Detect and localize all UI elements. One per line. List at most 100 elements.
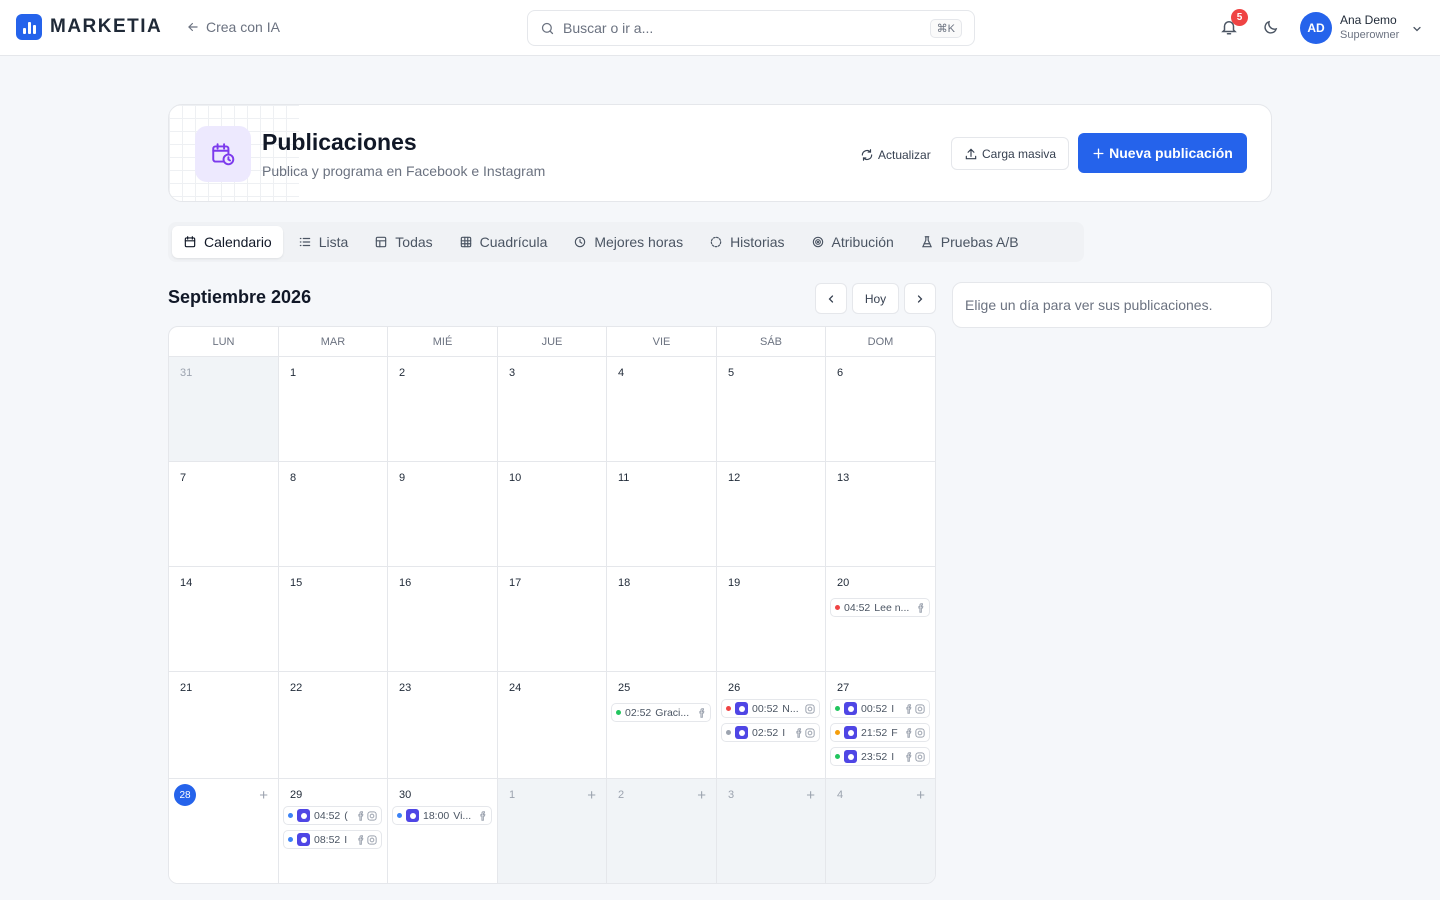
- tab-atribución[interactable]: Atribución: [800, 226, 905, 258]
- tab-pruebas-a-b[interactable]: Pruebas A/B: [909, 226, 1030, 258]
- calendar-day-cell[interactable]: 29 04:52(08:52 I: [279, 779, 388, 883]
- weekday-header: SÁB: [717, 327, 826, 357]
- add-post-icon[interactable]: +: [806, 787, 815, 804]
- day-number: 3: [509, 367, 516, 379]
- list-icon: [299, 237, 310, 247]
- account-avatar-icon: [844, 726, 857, 739]
- prev-month-button[interactable]: [815, 283, 847, 314]
- scheduled-post-chip[interactable]: 21:52 F: [830, 723, 930, 742]
- calendar-day-cell[interactable]: 8: [279, 462, 388, 567]
- avatar[interactable]: AD: [1300, 12, 1332, 44]
- calendar-day-cell[interactable]: 11: [607, 462, 717, 567]
- add-post-icon[interactable]: +: [916, 787, 925, 804]
- tab-mejores-horas[interactable]: Mejores horas: [562, 226, 694, 258]
- new-post-button[interactable]: Nueva publicación: [1078, 133, 1247, 173]
- add-post-icon[interactable]: +: [697, 787, 706, 804]
- calendar-day-cell[interactable]: 3: [498, 357, 607, 462]
- weekday-header: LUN: [169, 327, 279, 357]
- day-number: 2: [618, 789, 625, 801]
- calendar-day-cell[interactable]: 1: [279, 357, 388, 462]
- calendar-day-cell[interactable]: 13: [826, 462, 935, 567]
- post-time: 02:52: [752, 726, 779, 739]
- calendar-day-cell[interactable]: 28 +: [169, 779, 279, 883]
- facebook-icon: [906, 751, 912, 762]
- calendar-day-cell[interactable]: 25 02:52 Graci...: [607, 672, 717, 779]
- calendar-day-cell[interactable]: 5: [717, 357, 826, 462]
- add-post-icon[interactable]: +: [587, 787, 596, 804]
- calendar-day-cell[interactable]: 26 00:52 N... 02:52 I: [717, 672, 826, 779]
- calendar-day-cell[interactable]: 1 +: [498, 779, 607, 883]
- scheduled-post-chip[interactable]: 00:52 N...: [721, 699, 820, 718]
- scheduled-post-chip[interactable]: 00:52 I: [830, 699, 930, 718]
- scheduled-post-chip[interactable]: 04:52 Lee n...: [830, 598, 930, 617]
- calendar-day-cell[interactable]: 2 +: [607, 779, 717, 883]
- back-link[interactable]: Crea con IA: [186, 19, 280, 35]
- calendar-day-cell[interactable]: 24: [498, 672, 607, 779]
- today-date: 28: [174, 784, 196, 806]
- post-text: N...: [782, 702, 799, 715]
- calendar-day-cell[interactable]: 16: [388, 567, 498, 672]
- today-button[interactable]: Hoy: [852, 283, 899, 314]
- calendar-day-cell[interactable]: 17: [498, 567, 607, 672]
- next-month-button[interactable]: [904, 283, 936, 314]
- calendar-day-cell[interactable]: 31: [169, 357, 279, 462]
- scheduled-post-chip[interactable]: 23:52 I: [830, 747, 930, 766]
- calendar-day-cell[interactable]: 21: [169, 672, 279, 779]
- calendar-day-cell[interactable]: 6: [826, 357, 935, 462]
- scheduled-post-chip[interactable]: 18:00 Vi...: [392, 806, 492, 825]
- calendar-day-cell[interactable]: 22: [279, 672, 388, 779]
- platform-icons: [357, 834, 377, 845]
- calendar-day-cell[interactable]: 19: [717, 567, 826, 672]
- tab-calendario[interactable]: Calendario: [172, 226, 283, 258]
- calendar-day-cell[interactable]: 12: [717, 462, 826, 567]
- calendar-day-cell[interactable]: 27 00:52 I 21:52 F 23:52 I: [826, 672, 935, 779]
- user-name: Ana Demo: [1340, 13, 1397, 27]
- account-avatar-icon: [735, 726, 748, 739]
- search-input[interactable]: Buscar o ir a... ⌘K: [527, 10, 975, 46]
- calendar-day-cell[interactable]: 9: [388, 462, 498, 567]
- add-post-icon[interactable]: +: [259, 787, 268, 804]
- status-dot: [835, 706, 840, 711]
- arrow-left-icon: [188, 22, 198, 32]
- post-text: Graci...: [655, 706, 690, 719]
- calendar-day-cell[interactable]: 7: [169, 462, 279, 567]
- tab-lista[interactable]: Lista: [287, 226, 360, 258]
- calendar-day-cell[interactable]: 4 +: [826, 779, 935, 883]
- refresh-button[interactable]: Actualizar: [860, 141, 931, 169]
- bulk-upload-button[interactable]: Carga masiva: [951, 137, 1070, 170]
- platform-icons: [905, 751, 925, 762]
- calendar-day-cell[interactable]: 3 +: [717, 779, 826, 883]
- post-time: 21:52: [861, 726, 888, 739]
- calendar-day-cell[interactable]: 15: [279, 567, 388, 672]
- search-shortcut: ⌘K: [929, 18, 962, 38]
- calendar-day-cell[interactable]: 2: [388, 357, 498, 462]
- calendar-day-cell[interactable]: 10: [498, 462, 607, 567]
- weekday-header: JUE: [498, 327, 607, 357]
- top-bar: MARKETIA Crea con IA Buscar o ir a... ⌘K…: [0, 0, 1440, 56]
- scheduled-post-chip[interactable]: 02:52 Graci...: [611, 703, 711, 722]
- tab-cuadrícula[interactable]: Cuadrícula: [448, 226, 559, 258]
- platform-icons: [805, 703, 815, 714]
- calendar-day-cell[interactable]: 4: [607, 357, 717, 462]
- weekday-header: MIÉ: [388, 327, 498, 357]
- scheduled-post-chip[interactable]: 04:52(: [283, 806, 382, 825]
- status-dot: [835, 605, 840, 610]
- day-number: 19: [728, 577, 741, 589]
- calendar-day-cell[interactable]: 18: [607, 567, 717, 672]
- post-time: 00:52: [752, 702, 779, 715]
- calendar-day-cell[interactable]: 23: [388, 672, 498, 779]
- scheduled-post-chip[interactable]: 08:52 I: [283, 830, 382, 849]
- page-subtitle: Publica y programa en Facebook e Instagr…: [262, 163, 546, 179]
- calendar-day-cell[interactable]: 20 04:52 Lee n...: [826, 567, 935, 672]
- calendar-day-cell[interactable]: 14: [169, 567, 279, 672]
- user-menu[interactable]: Ana Demo Superowner: [1340, 13, 1399, 43]
- brand-logo[interactable]: MARKETIA: [16, 14, 162, 40]
- chevron-down-icon[interactable]: [1411, 23, 1423, 35]
- scheduled-post-chip[interactable]: 02:52 I: [721, 723, 820, 742]
- calendar-day-cell[interactable]: 30 18:00 Vi...: [388, 779, 498, 883]
- tab-historias[interactable]: Historias: [698, 226, 795, 258]
- theme-toggle[interactable]: [1262, 19, 1279, 36]
- account-avatar-icon: [297, 833, 310, 846]
- day-number: 10: [509, 472, 522, 484]
- tab-todas[interactable]: Todas: [363, 226, 443, 258]
